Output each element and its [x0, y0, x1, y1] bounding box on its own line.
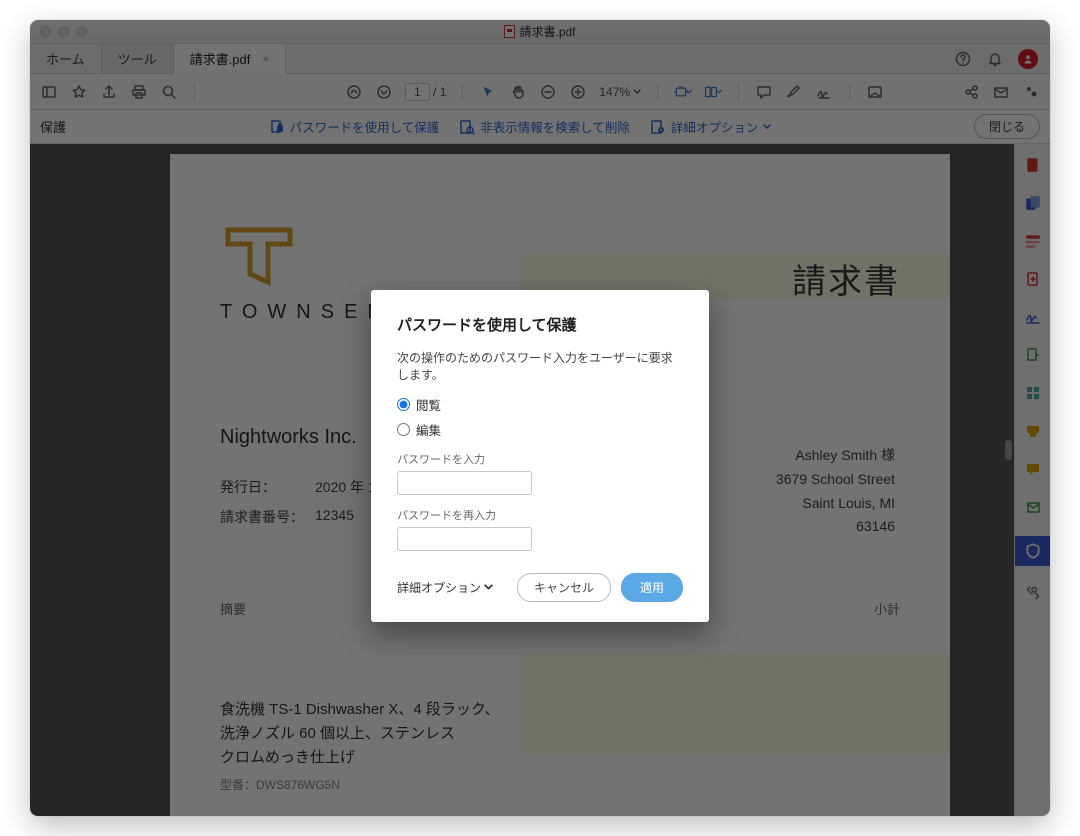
radio-edit[interactable]: [397, 423, 410, 436]
radio-edit-row[interactable]: 編集: [397, 420, 683, 439]
advanced-options-link[interactable]: 詳細オプション: [397, 579, 493, 596]
dialog-title: パスワードを使用して保護: [397, 314, 683, 335]
password-confirm-input[interactable]: [397, 527, 532, 551]
cancel-button[interactable]: キャンセル: [517, 573, 611, 602]
password-confirm-label: パスワードを再入力: [397, 507, 683, 523]
password-input[interactable]: [397, 471, 532, 495]
password-label: パスワードを入力: [397, 451, 683, 467]
radio-edit-label: 編集: [416, 420, 441, 439]
radio-view-label: 閲覧: [416, 395, 441, 414]
apply-button[interactable]: 適用: [621, 573, 683, 602]
app-window: 請求書.pdf ホーム ツール 請求書.pdf ×: [30, 20, 1050, 816]
radio-view-row[interactable]: 閲覧: [397, 395, 683, 414]
dialog-description: 次の操作のためのパスワード入力をユーザーに要求します。: [397, 349, 683, 383]
radio-view[interactable]: [397, 398, 410, 411]
password-protect-dialog: パスワードを使用して保護 次の操作のためのパスワード入力をユーザーに要求します。…: [371, 290, 709, 622]
advanced-options-text: 詳細オプション: [397, 579, 481, 596]
